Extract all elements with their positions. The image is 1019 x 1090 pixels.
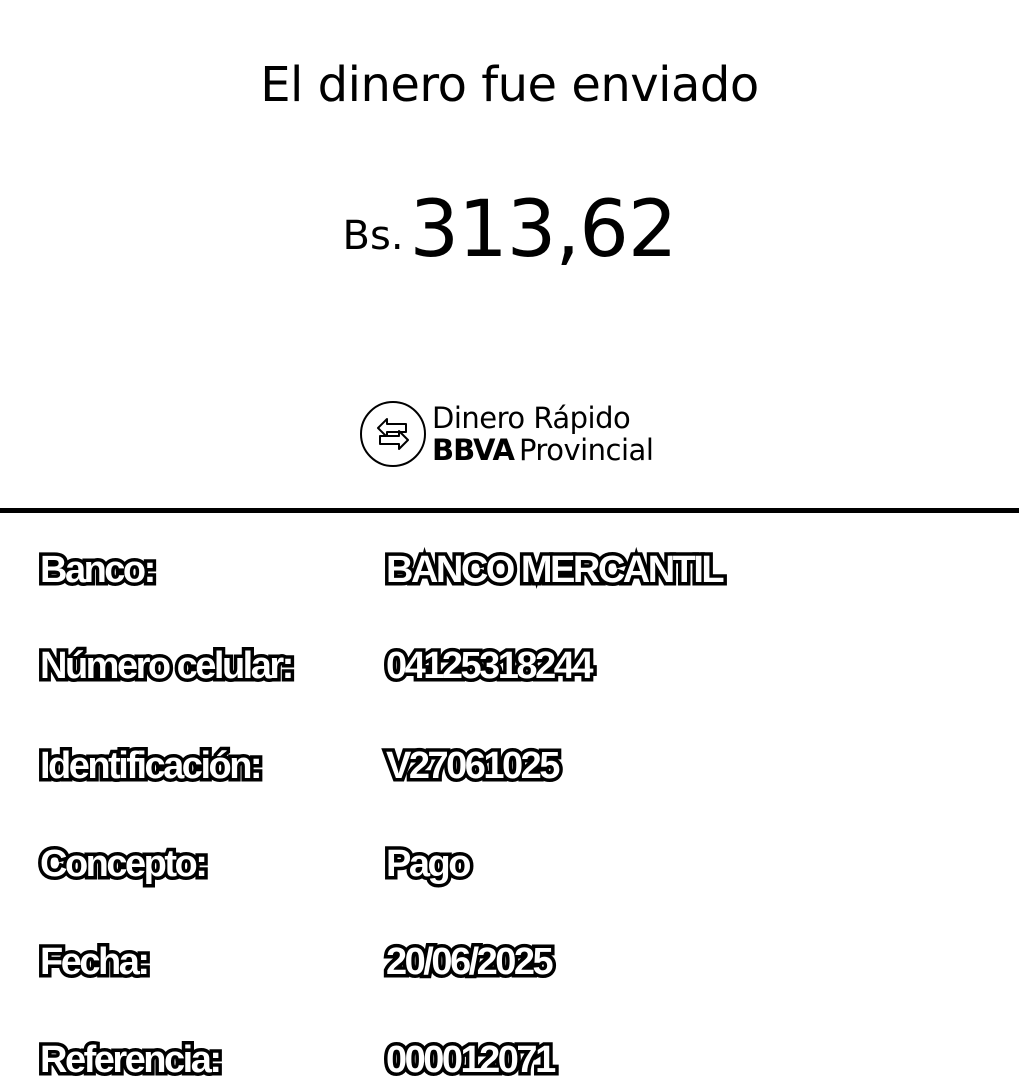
brand-logo-block: Dinero Rápido BBVA Provincial [358,398,654,470]
detail-label: Identificación: [36,742,266,791]
brand-bank-name: BBVA Provincial [432,433,654,467]
currency-symbol: Bs. [342,213,404,259]
amount-value: 313,62 [409,185,678,275]
page-title: El dinero fue enviado [260,57,759,113]
detail-value: BANCO MERCANTIL [382,546,728,595]
brand-text: Dinero Rápido BBVA Provincial [432,401,654,467]
divider [0,508,1019,513]
detail-row-referencia: Referencia: 000012071 [0,1030,1019,1090]
detail-row-concepto: Concepto: Pago [0,834,1019,894]
detail-label: Concepto: [36,840,211,889]
detail-value: 000012071 [383,1036,560,1085]
amount-display: Bs.313,62 [0,185,1019,296]
detail-label: Número celular: [37,642,298,691]
detail-row-identificacion: Identificación: V27061025 [0,736,1019,796]
brand-bbva: BBVA [432,433,515,467]
detail-value: V27061025 [383,742,564,791]
detail-value: Pago [383,840,475,889]
detail-label: Fecha: [36,938,153,987]
detail-row-banco: Banco: BANCO MERCANTIL [0,540,1019,600]
detail-label: Referencia: [36,1036,225,1085]
detail-label: Banco: [37,546,160,595]
brand-provincial: Provincial [518,433,654,467]
brand-product-name: Dinero Rápido [432,401,631,435]
detail-value: 04125318244 [383,642,597,691]
transfer-arrows-icon [360,401,426,467]
detail-row-fecha: Fecha: 20/06/2025 [0,932,1019,992]
detail-row-numero-celular: Número celular: 04125318244 [0,636,1019,696]
detail-value: 20/06/2025 [382,938,557,987]
